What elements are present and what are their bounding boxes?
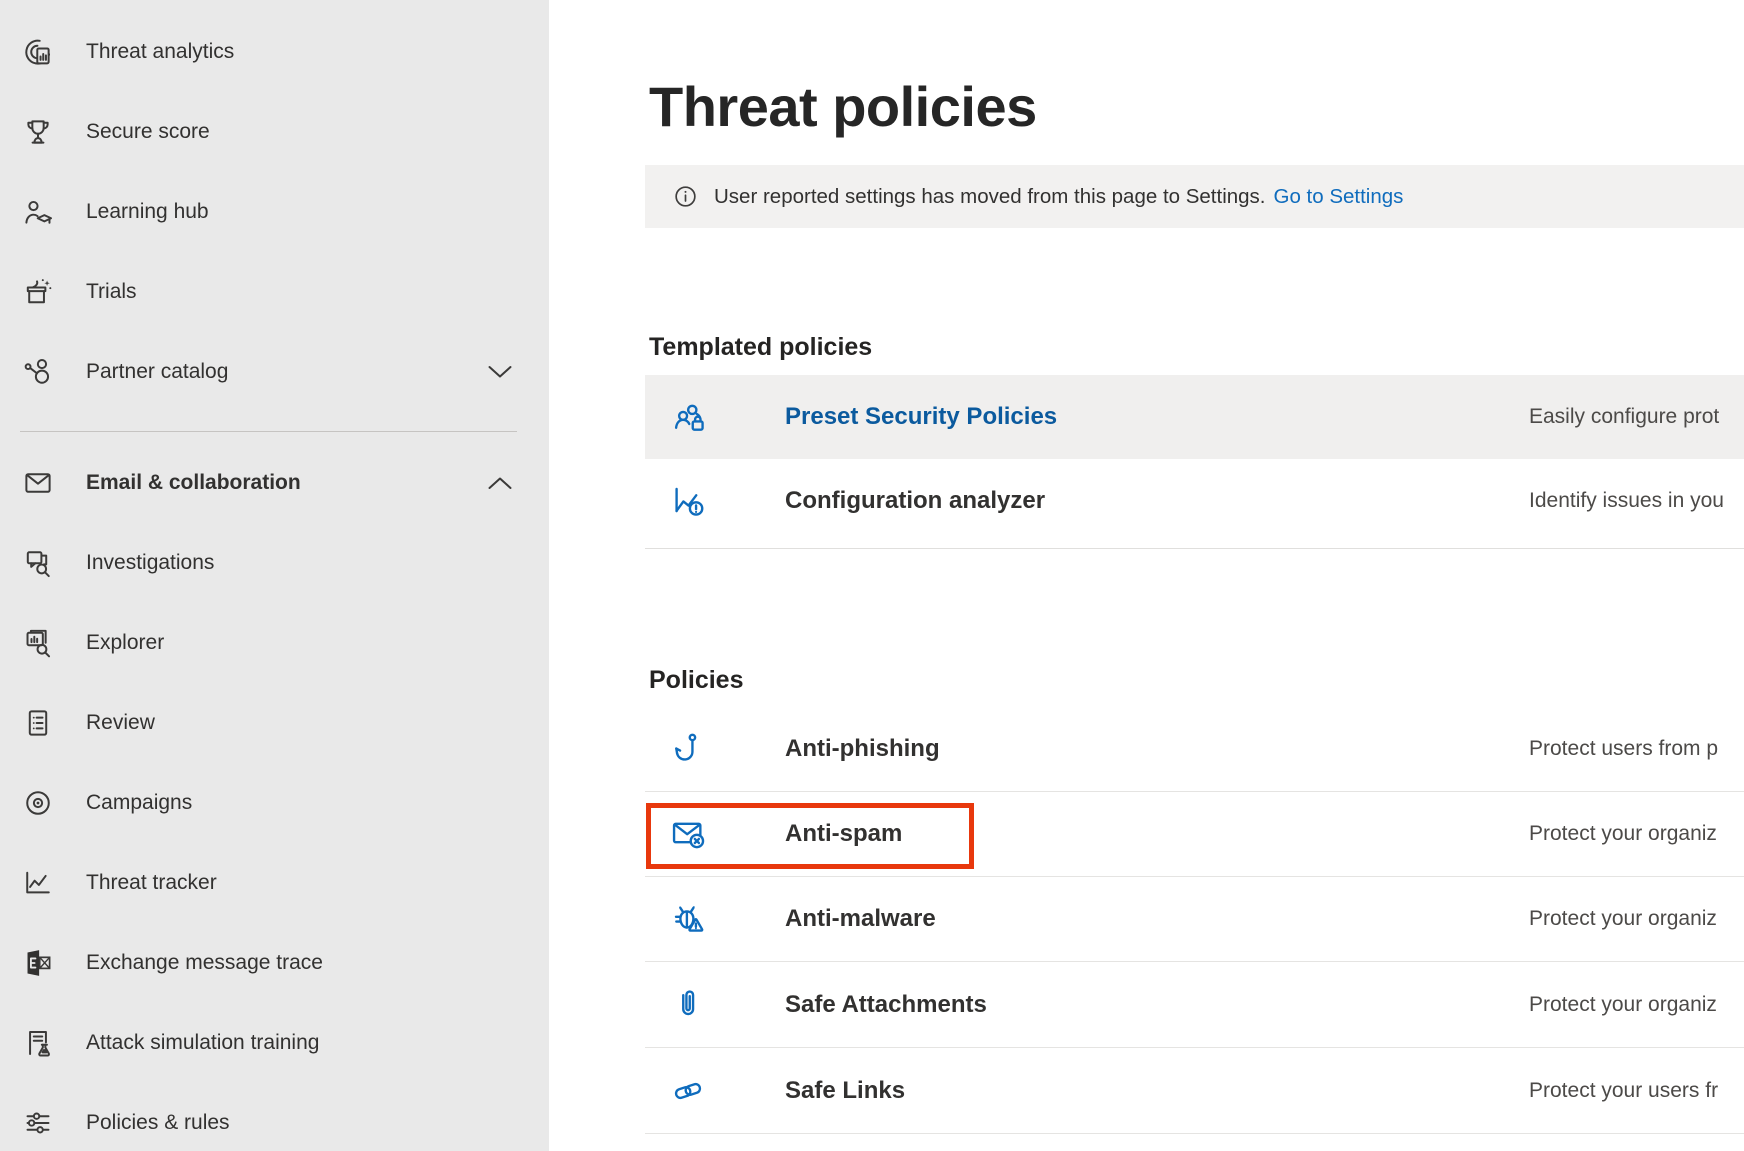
sidebar-item-label: Attack simulation training — [86, 1031, 319, 1055]
sidebar-item-label: Email & collaboration — [86, 471, 301, 495]
sliders-icon — [21, 1106, 55, 1140]
policy-row-safe-links[interactable]: Safe Links Protect your users fr — [645, 1049, 1744, 1134]
sidebar-item-label: Trials — [86, 280, 137, 304]
sidebar-item-label: Exchange message trace — [86, 951, 323, 975]
policy-description: Protect your organiz — [1529, 993, 1717, 1017]
sidebar-item-label: Threat analytics — [86, 40, 234, 64]
trophy-icon — [21, 115, 55, 149]
sidebar-item-threat-analytics[interactable]: Threat analytics — [0, 12, 549, 92]
policy-link-anti-phishing[interactable]: Anti-phishing — [785, 735, 940, 763]
policy-description: Protect users from p — [1529, 737, 1718, 761]
learning-hub-icon — [21, 195, 55, 229]
banner-message: User reported settings has moved from th… — [714, 185, 1266, 209]
sidebar-item-label: Review — [86, 711, 155, 735]
sidebar-divider — [20, 431, 517, 432]
policy-row-safe-attachments[interactable]: Safe Attachments Protect your organiz — [645, 963, 1744, 1048]
threat-policies-page: Threat analytics Secure score — [0, 0, 1744, 1151]
policy-link-safe-links[interactable]: Safe Links — [785, 1077, 905, 1105]
investigations-icon — [21, 546, 55, 580]
configuration-analyzer-icon — [669, 482, 707, 520]
policy-link-safe-attachments[interactable]: Safe Attachments — [785, 991, 987, 1019]
explorer-icon — [21, 626, 55, 660]
sidebar: Threat analytics Secure score — [0, 0, 549, 1151]
anti-phishing-hook-icon — [669, 730, 707, 768]
paperclip-icon — [669, 986, 707, 1024]
preset-security-policies-icon — [669, 398, 707, 436]
policy-link-configuration-analyzer[interactable]: Configuration analyzer — [785, 487, 1045, 515]
section-heading-policies: Policies — [649, 666, 744, 695]
policy-description: Protect your users fr — [1529, 1079, 1718, 1103]
page-title: Threat policies — [649, 74, 1037, 139]
sidebar-item-explorer[interactable]: Explorer — [0, 603, 549, 683]
chevron-down-icon[interactable] — [487, 365, 513, 380]
anti-spam-envelope-icon — [669, 815, 707, 853]
sidebar-item-label: Explorer — [86, 631, 164, 655]
sidebar-item-trials[interactable]: Trials — [0, 252, 549, 332]
policy-description: Protect your organiz — [1529, 907, 1717, 931]
policy-row-anti-malware[interactable]: Anti-malware Protect your organiz — [645, 877, 1744, 962]
chevron-up-icon[interactable] — [487, 476, 513, 491]
sidebar-item-label: Investigations — [86, 551, 214, 575]
policy-row-preset-security-policies[interactable]: Preset Security Policies Easily configur… — [645, 375, 1744, 459]
sidebar-item-attack-simulation-training[interactable]: Attack simulation training — [0, 1003, 549, 1083]
sidebar-item-label: Threat tracker — [86, 871, 217, 895]
policy-row-anti-phishing[interactable]: Anti-phishing Protect users from p — [645, 707, 1744, 792]
sidebar-item-threat-tracker[interactable]: Threat tracker — [0, 843, 549, 923]
section-heading-templated-policies: Templated policies — [649, 333, 872, 362]
policy-row-configuration-analyzer[interactable]: Configuration analyzer Identify issues i… — [645, 459, 1744, 543]
sidebar-item-campaigns[interactable]: Campaigns — [0, 763, 549, 843]
threat-tracker-chart-icon — [21, 866, 55, 900]
safe-links-chain-icon — [669, 1072, 707, 1110]
policy-description: Easily configure prot — [1529, 405, 1719, 429]
policy-link-anti-spam[interactable]: Anti-spam — [785, 820, 902, 848]
exchange-icon — [21, 946, 55, 980]
section-divider — [645, 548, 1744, 549]
policy-description: Identify issues in you — [1529, 489, 1724, 513]
info-banner: User reported settings has moved from th… — [645, 165, 1744, 228]
policy-description: Protect your organiz — [1529, 822, 1717, 846]
review-icon — [21, 706, 55, 740]
go-to-settings-link[interactable]: Go to Settings — [1274, 185, 1404, 209]
attack-simulation-icon — [21, 1026, 55, 1060]
sidebar-item-label: Learning hub — [86, 200, 209, 224]
sidebar-item-secure-score[interactable]: Secure score — [0, 92, 549, 172]
threat-analytics-icon — [21, 35, 55, 69]
sidebar-item-email-collaboration[interactable]: Email & collaboration — [0, 443, 549, 523]
sidebar-item-learning-hub[interactable]: Learning hub — [0, 172, 549, 252]
sidebar-item-label: Policies & rules — [86, 1111, 230, 1135]
info-icon — [672, 183, 699, 210]
sidebar-item-label: Secure score — [86, 120, 210, 144]
sidebar-item-partner-catalog[interactable]: Partner catalog — [0, 332, 549, 412]
policy-link-preset-security-policies[interactable]: Preset Security Policies — [785, 403, 1057, 431]
policy-link-anti-malware[interactable]: Anti-malware — [785, 905, 936, 933]
campaigns-target-icon — [21, 786, 55, 820]
anti-malware-bug-icon — [669, 900, 707, 938]
partner-catalog-icon — [21, 355, 55, 389]
sidebar-item-review[interactable]: Review — [0, 683, 549, 763]
sidebar-item-policies-rules[interactable]: Policies & rules — [0, 1083, 549, 1151]
trials-gift-icon — [21, 275, 55, 309]
sidebar-item-exchange-message-trace[interactable]: Exchange message trace — [0, 923, 549, 1003]
sidebar-item-label: Campaigns — [86, 791, 192, 815]
email-icon — [21, 466, 55, 500]
sidebar-item-label: Partner catalog — [86, 360, 228, 384]
sidebar-item-investigations[interactable]: Investigations — [0, 523, 549, 603]
policy-row-anti-spam[interactable]: Anti-spam Protect your organiz — [645, 792, 1744, 877]
